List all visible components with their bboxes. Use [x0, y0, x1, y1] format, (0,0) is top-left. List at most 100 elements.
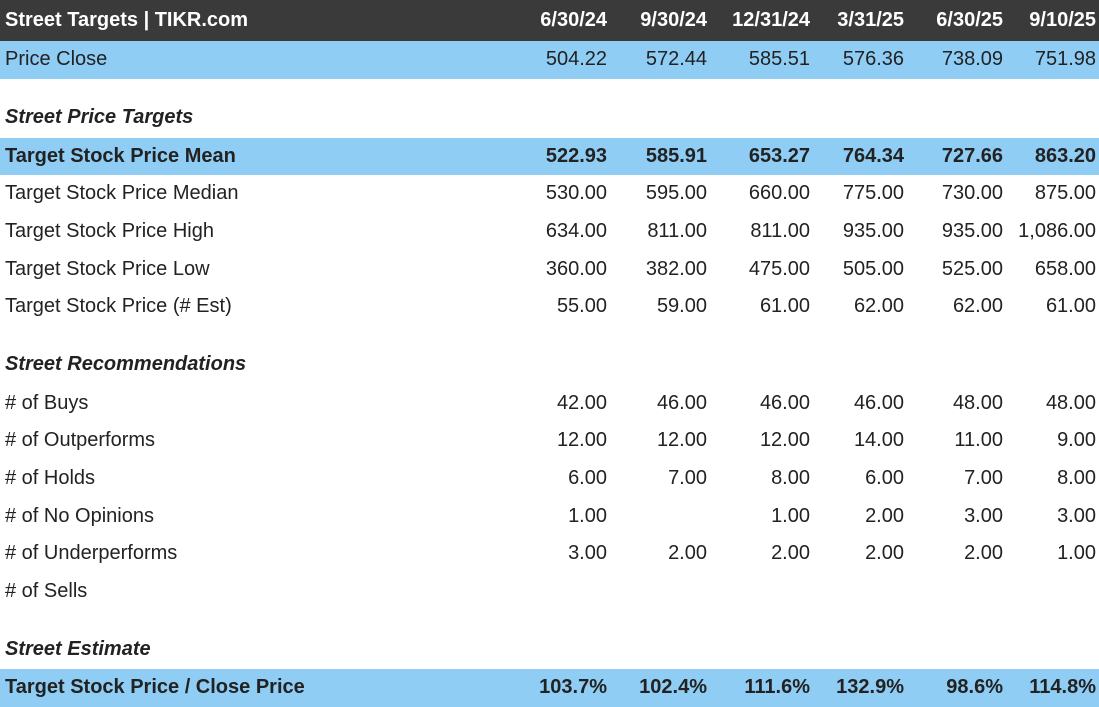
table-cell: 522.93 [545, 144, 607, 167]
table-cell: 11.00 [954, 429, 1003, 452]
table-cell: 12.00 [759, 429, 810, 452]
table-cell: 727.66 [941, 144, 1003, 167]
table-cell: 572.44 [645, 48, 707, 71]
table-cell: 505.00 [842, 257, 904, 280]
table-cell: 475.00 [748, 257, 810, 280]
table-cell: 111.6% [744, 676, 810, 699]
table-cell: 6.00 [568, 467, 607, 490]
table-cell: 12.00 [656, 429, 707, 452]
table-cell: 875.00 [1034, 182, 1096, 205]
table-cell: 9.00 [1057, 429, 1096, 452]
price-close-row: Price Close 504.22 572.44 585.51 576.36 … [0, 41, 1099, 79]
table-cell: 504.22 [545, 48, 607, 71]
column-header: 12/31/24 [732, 9, 810, 31]
row-label: Target Stock Price Low [5, 257, 210, 280]
table-cell: 530.00 [545, 182, 607, 205]
column-header: 9/30/24 [640, 9, 707, 31]
row-label: Price Close [5, 48, 108, 71]
row-label: # of Sells [5, 579, 88, 602]
table-cell: 738.09 [941, 48, 1003, 71]
row-label: # of Underperforms [5, 542, 178, 565]
recommendations-group: # of Buys 42.00 46.00 46.00 46.00 48.00 48.00 #… [0, 385, 1099, 611]
row-label: # of Outperforms [5, 429, 156, 452]
table-cell: 7.00 [964, 467, 1003, 490]
table-cell: 46.00 [853, 391, 904, 414]
table-row: # of Buys 42.00 46.00 46.00 46.00 48.00 48.00 [0, 385, 1099, 423]
table-cell: 811.00 [750, 220, 810, 243]
table-cell: 360.00 [545, 257, 607, 280]
table-cell: 751.98 [1034, 48, 1096, 71]
table-row: # of No Opinions 1.00 1.00 2.00 3.00 3.00 [0, 497, 1099, 535]
table-cell: 382.00 [645, 257, 707, 280]
table-cell: 764.34 [842, 144, 904, 167]
table-cell: 658.00 [1034, 257, 1096, 280]
table-cell: 3.00 [964, 504, 1003, 527]
table-cell: 811.00 [647, 220, 707, 243]
table-cell: 61.00 [1045, 295, 1096, 318]
table-cell: 6.00 [865, 467, 904, 490]
table-cell: 62.00 [853, 295, 904, 318]
table-cell: 14.00 [853, 429, 904, 452]
row-label: Target Stock Price / Close Price [5, 676, 305, 699]
row-spacer [0, 326, 1099, 345]
table-cell: 935.00 [842, 220, 904, 243]
table-cell: 595.00 [645, 182, 707, 205]
table-row: Target Stock Price (# Est) 55.00 59.00 61.0… [0, 288, 1099, 326]
table-cell: 525.00 [941, 257, 1003, 280]
row-label: Target Stock Price Median [5, 182, 239, 205]
table-row: Target Stock Price High 634.00 811.00 811.0… [0, 213, 1099, 251]
column-header: 6/30/24 [540, 9, 607, 31]
table-row: Target Stock Price Mean 522.93 585.91 653.2… [0, 137, 1099, 176]
table-row: # of Holds 6.00 7.00 8.00 6.00 7.00 8.00 [0, 460, 1099, 498]
table-cell: 2.00 [865, 542, 904, 565]
row-label: # of No Opinions [5, 504, 154, 527]
targets-group: Target Stock Price Mean 522.93 585.91 653.2… [0, 137, 1099, 326]
column-header: 9/10/25 [1029, 9, 1096, 31]
table-cell: 98.6% [946, 676, 1003, 699]
table-cell: 12.00 [556, 429, 607, 452]
table-cell: 730.00 [941, 182, 1003, 205]
street-targets-table: Street Targets | TIKR.com 6/30/24 9/30/2… [0, 0, 1099, 707]
section-title: Street Recommendations [5, 353, 247, 376]
table-cell: 42.00 [556, 391, 607, 414]
table-cell: 2.00 [964, 542, 1003, 565]
table-cell: 1.00 [568, 504, 607, 527]
table-cell: 102.4% [639, 676, 707, 699]
table-cell: 1.00 [1057, 542, 1096, 565]
table-cell: 48.00 [952, 391, 1003, 414]
column-header: 3/31/25 [837, 9, 904, 31]
table-cell: 576.36 [842, 48, 904, 71]
table-cell: 2.00 [668, 542, 707, 565]
table-cell: 3.00 [568, 542, 607, 565]
row-label: # of Buys [5, 391, 89, 414]
table-cell: 863.20 [1034, 144, 1096, 167]
table-cell: 660.00 [748, 182, 810, 205]
table-row: Target Stock Price Median 530.00 595.00 660… [0, 175, 1099, 213]
row-label: Target Stock Price High [5, 220, 214, 243]
table-row: # of Outperforms 12.00 12.00 12.00 14.00 11.0… [0, 422, 1099, 460]
table-row: # of Underperforms 3.00 2.00 2.00 2.00 2.00 1.… [0, 535, 1099, 573]
column-header: 6/30/25 [936, 9, 1003, 31]
table-cell: 935.00 [941, 220, 1003, 243]
row-spacer [0, 610, 1099, 629]
estimate-group: Target Stock Price / Close Price 103.7% 10… [0, 669, 1099, 707]
table-cell: 585.51 [748, 48, 810, 71]
table-cell: 103.7% [539, 676, 607, 699]
table-cell: 634.00 [545, 220, 607, 243]
table-cell: 2.00 [865, 504, 904, 527]
table-cell: 653.27 [748, 144, 810, 167]
row-label: Target Stock Price Mean [5, 144, 236, 167]
section-heading-targets: Street Price Targets [0, 98, 1099, 138]
table-cell: 3.00 [1057, 504, 1096, 527]
row-spacer [0, 79, 1099, 98]
table-cell: 61.00 [759, 295, 810, 318]
table-cell: 1,086.00 [1018, 220, 1096, 243]
table-cell: 59.00 [656, 295, 707, 318]
table-cell: 585.91 [645, 144, 707, 167]
table-cell: 46.00 [759, 391, 810, 414]
section-title: Street Estimate [5, 637, 151, 660]
table-row: Target Stock Price / Close Price 103.7% 10… [0, 669, 1099, 707]
table-cell: 8.00 [1057, 467, 1096, 490]
table-cell: 1.00 [771, 504, 810, 527]
table-cell: 8.00 [771, 467, 810, 490]
